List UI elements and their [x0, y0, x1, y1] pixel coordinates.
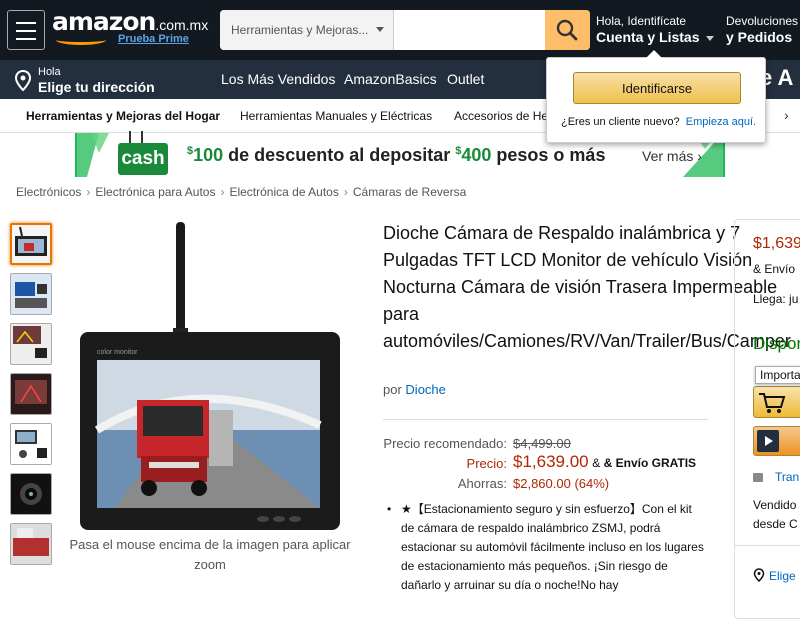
- nav-amazonbasics[interactable]: AmazonBasics: [344, 71, 437, 87]
- buybox-price: $1,639: [753, 235, 800, 252]
- chevron-right-icon[interactable]: ›: [784, 107, 789, 123]
- account-greeting: Hola, Identifícate: [596, 14, 687, 28]
- amazon-logo[interactable]: amazon.com.mx Prueba Prime: [52, 7, 209, 45]
- sold-by: Vendido: [753, 498, 797, 512]
- savings-label: Ahorras:: [457, 476, 507, 491]
- rearview-thumbnail-image: [11, 324, 51, 364]
- search-category-label: Herramientas y Mejoras...: [231, 23, 369, 37]
- feature-bullet: • ★【Estacionamiento seguro y sin esfuerzo…: [387, 502, 704, 592]
- start-here-link[interactable]: Empieza aquí.: [686, 116, 756, 128]
- menu-icon[interactable]: [7, 10, 45, 50]
- new-customer-prompt: ¿Eres un cliente nuevo? Empieza aquí.: [561, 116, 757, 128]
- nav-best-sellers[interactable]: Los Más Vendidos: [221, 71, 335, 87]
- smile-icon: [56, 35, 106, 45]
- buybox-divider: [735, 545, 800, 546]
- location-pin-icon: [14, 70, 32, 92]
- returns-orders-link[interactable]: Devoluciones y Pedidos: [726, 14, 798, 46]
- thumbnail-3[interactable]: [10, 323, 52, 365]
- account-label: Cuenta y Listas: [596, 29, 700, 45]
- camera-thumbnail-image: [11, 474, 51, 514]
- monitor-thumbnail-image: [15, 226, 47, 256]
- breadcrumb-item[interactable]: Cámaras de Reversa: [353, 185, 466, 199]
- buybox-availability: Dispon: [753, 334, 800, 353]
- buy-now-button[interactable]: [753, 426, 800, 456]
- buy-box: $1,639 & Envío Llega: ju Dispon Importa …: [734, 219, 800, 619]
- breadcrumb-item[interactable]: Electrónicos: [16, 185, 81, 199]
- list-price-label: Precio recomendado:: [383, 436, 507, 451]
- account-menu[interactable]: Hola, Identifícate Cuenta y Listas: [596, 14, 715, 46]
- brand-link[interactable]: Dioche: [405, 382, 445, 397]
- address-label: Elige tu dirección: [38, 79, 155, 95]
- buybox-arrival: Llega: ju: [753, 292, 799, 306]
- banner-headline: $100 de descuento al depositar $400 peso…: [187, 145, 606, 165]
- ships-from: desde C: [753, 517, 798, 531]
- monitor-brand-label: color monitor: [97, 349, 138, 356]
- secure-transaction[interactable]: Tran: [753, 470, 799, 484]
- cart-icon: [759, 393, 786, 413]
- flyout-arrow: [645, 50, 663, 59]
- search-input[interactable]: [394, 10, 544, 50]
- cash-logo: cash: [118, 143, 168, 175]
- signin-button[interactable]: Identificarse: [573, 72, 741, 104]
- savings-value: $2,860.00 (64%): [513, 476, 610, 491]
- byline: por Dioche: [383, 382, 446, 397]
- list-price: $4,499.00: [513, 436, 571, 451]
- import-tooltip: Importa: [755, 366, 800, 384]
- buybox-address[interactable]: Elige: [753, 566, 796, 583]
- thumbnail-5[interactable]: [10, 423, 52, 465]
- prime-link[interactable]: Prueba Prime: [118, 33, 189, 45]
- feature-bullets: • ★【Estacionamiento seguro y sin esfuerzo…: [387, 500, 707, 595]
- dept-accessories[interactable]: Accesorios de He: [454, 109, 548, 123]
- play-icon: [757, 430, 779, 452]
- divider: [383, 419, 708, 420]
- kit-thumbnail-image: [11, 424, 51, 464]
- location-pin-icon: [753, 568, 765, 583]
- breadcrumb-item[interactable]: Electrónica para Autos: [95, 185, 215, 199]
- top-navigation-bar: amazon.com.mx Prueba Prime Herramientas …: [0, 0, 800, 60]
- price-label: Precio:: [466, 456, 507, 471]
- thumbnail-1[interactable]: [10, 223, 52, 265]
- signin-flyout: Identificarse ¿Eres un cliente nuevo? Em…: [546, 50, 766, 143]
- search-bar: Herramientas y Mejoras...: [220, 10, 590, 50]
- shipping-label: & & Envío GRATIS: [592, 456, 697, 470]
- price-block: $1,639.00 & & Envío GRATIS: [513, 452, 696, 472]
- thumbnail-6[interactable]: [10, 473, 52, 515]
- search-category-select[interactable]: Herramientas y Mejoras...: [220, 10, 394, 50]
- caret-down-icon: [706, 35, 715, 41]
- buybox-shipping: & Envío: [753, 262, 796, 276]
- lock-icon: [753, 473, 763, 482]
- add-to-cart-button[interactable]: [753, 386, 800, 418]
- truck-thumbnail-image: [11, 274, 51, 314]
- breadcrumb-item[interactable]: Electrónica de Autos: [229, 185, 338, 199]
- breadcrumb: Electrónicos › Electrónica para Autos › Elec…: [16, 185, 467, 199]
- zoom-hint: Pasa el mouse encima de la imagen para a…: [69, 537, 351, 572]
- search-button[interactable]: [545, 10, 590, 50]
- address-greeting: Hola: [38, 66, 61, 78]
- nav-outlet[interactable]: Outlet: [447, 71, 484, 87]
- returns-line2: y Pedidos: [726, 29, 793, 45]
- returns-line1: Devoluciones: [726, 14, 799, 28]
- logo-text: amazon: [52, 7, 156, 36]
- thumbnail-7[interactable]: [10, 523, 52, 565]
- night-view-thumbnail-image: [11, 374, 51, 414]
- thumbnail-2[interactable]: [10, 273, 52, 315]
- main-product-image[interactable]: color monitor: [75, 220, 345, 535]
- search-icon: [556, 19, 578, 41]
- install-thumbnail-image: [11, 524, 51, 564]
- monitor-product-image: color monitor: [80, 222, 340, 530]
- banner-more-link[interactable]: Ver más ›: [642, 148, 702, 164]
- current-price: $1,639.00: [513, 452, 589, 471]
- dept-hand-power-tools[interactable]: Herramientas Manuales y Eléctricas: [240, 109, 432, 123]
- logo-tld: .com.mx: [155, 17, 209, 33]
- thumbnail-4[interactable]: [10, 373, 52, 415]
- dept-home-improvement[interactable]: Herramientas y Mejoras del Hogar: [26, 109, 220, 123]
- caret-down-icon: [376, 27, 384, 32]
